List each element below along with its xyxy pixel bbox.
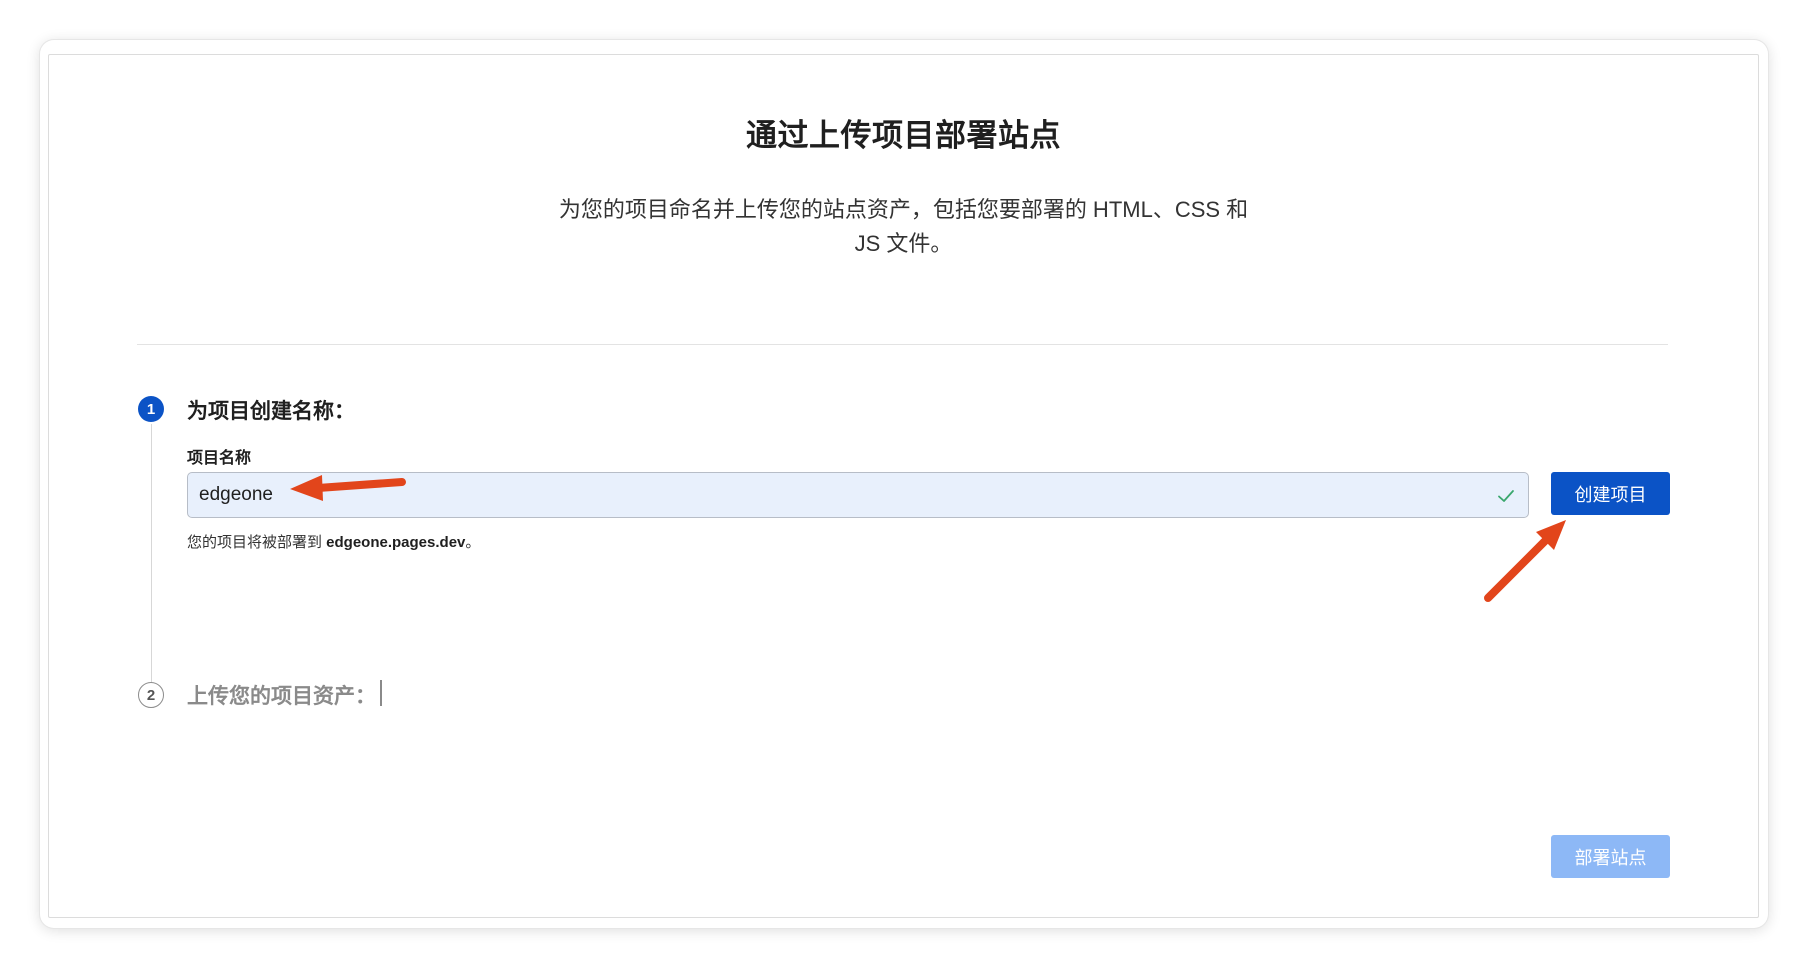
deploy-card: 通过上传项目部署站点 为您的项目命名并上传您的站点资产，包括您要部署的 HTML… [48,54,1759,918]
divider [137,344,1668,345]
create-project-button[interactable]: 创建项目 [1551,472,1670,515]
hint-domain: edgeone.pages.dev [326,534,466,551]
deploy-site-button[interactable]: 部署站点 [1551,835,1670,878]
step-1-badge: 1 [138,396,164,422]
check-icon [1498,490,1514,502]
hint-suffix: 。 [465,534,481,551]
step-2-badge: 2 [138,682,164,708]
project-name-label: 项目名称 [187,450,252,467]
step-1-title: 为项目创建名称： [187,400,355,423]
page-subtitle: 为您的项目命名并上传您的站点资产，包括您要部署的 HTML、CSS 和 JS 文… [558,197,1249,256]
project-name-input[interactable] [188,473,1528,517]
text-cursor [380,680,382,706]
deploy-domain-hint: 您的项目将被部署到 edgeone.pages.dev。 [187,531,480,552]
step-connector-line [151,424,152,694]
page-title: 通过上传项目部署站点 [746,118,1061,153]
project-name-field[interactable] [187,472,1529,518]
hint-prefix: 您的项目将被部署到 [187,534,327,551]
window-frame: 通过上传项目部署站点 为您的项目命名并上传您的站点资产，包括您要部署的 HTML… [40,40,1768,928]
step-2-title: 上传您的项目资产： [187,685,376,708]
